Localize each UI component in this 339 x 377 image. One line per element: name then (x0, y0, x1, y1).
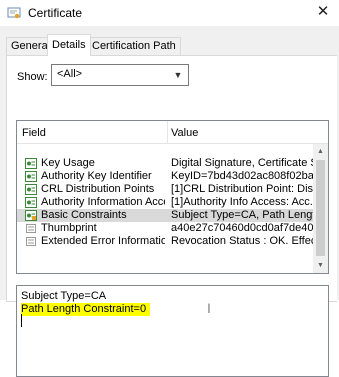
row-field: Key Usage (41, 157, 95, 169)
list-row-crl-distribution-points[interactable]: CRL Distribution Points [1]CRL Distribut… (17, 183, 313, 196)
row-value: a40e27c70460d0cd0af7de408... (171, 222, 313, 234)
list-header: Field Value (17, 121, 328, 144)
show-selected-value: <All> (57, 68, 83, 80)
value-detail-textbox[interactable]: Subject Type=CA Path Length Constraint=0… (16, 285, 329, 377)
tab-certification-path[interactable]: Certification Path (87, 37, 181, 56)
scroll-thumb[interactable] (316, 160, 325, 256)
row-field: Thumbprint (41, 222, 97, 234)
show-dropdown[interactable]: <All> ▼ (51, 64, 189, 86)
row-value: [1]Authority Info Access: Acc... (171, 196, 313, 208)
tab-details[interactable]: Details (47, 34, 91, 56)
extension-icon (25, 171, 37, 182)
row-value: Revocation Status : OK. Effec... (171, 235, 313, 247)
row-field: Authority Key Identifier (41, 170, 152, 182)
window-body: General Details Certification Path Show:… (0, 26, 339, 377)
row-value: Subject Type=CA, Path Lengt... (171, 209, 313, 221)
column-divider[interactable] (167, 121, 168, 143)
list-row-key-usage[interactable]: Key Usage Digital Signature, Certificate… (17, 157, 313, 170)
list-rows: Key Usage Digital Signature, Certificate… (17, 144, 313, 248)
column-header-field[interactable]: Field (22, 127, 46, 139)
text-cursor-icon: I (207, 300, 211, 316)
list-row-basic-constraints[interactable]: Basic Constraints Subject Type=CA, Path … (17, 209, 313, 222)
title-bar: Certificate ✕ (0, 0, 339, 26)
close-button[interactable]: ✕ (307, 0, 339, 26)
list-row-authority-information-access[interactable]: Authority Information Access [1]Authorit… (17, 196, 313, 209)
detail-line-path-length: Path Length Constraint=0 (21, 303, 151, 316)
detail-line-subject-type: Subject Type=CA (21, 290, 107, 302)
row-field: Extended Error Information (41, 235, 165, 247)
row-field: Basic Constraints (41, 209, 127, 221)
window-title: Certificate (28, 6, 83, 20)
list-scrollbar[interactable]: ▲ ▼ (313, 144, 328, 273)
details-panel: Show: <All> ▼ Field Value Key Usage Digi… (6, 55, 337, 377)
row-value: Digital Signature, Certificate Si... (171, 157, 313, 169)
list-row-authority-key-identifier[interactable]: Authority Key Identifier KeyID=7bd43d02a… (17, 170, 313, 183)
chevron-down-icon: ▼ (173, 70, 183, 80)
critical-extension-icon (25, 210, 37, 221)
row-field: Authority Information Access (41, 196, 165, 208)
list-row-thumbprint[interactable]: Thumbprint a40e27c70460d0cd0af7de408... (17, 222, 313, 235)
scroll-up-icon[interactable]: ▲ (313, 144, 328, 159)
extension-icon (25, 158, 37, 169)
property-icon (25, 223, 37, 234)
row-value: KeyID=7bd43d02ac808f02bac... (171, 170, 313, 182)
row-value: [1]CRL Distribution Point: Distr... (171, 183, 313, 195)
text-caret (21, 314, 22, 327)
property-icon (25, 236, 37, 247)
row-field: CRL Distribution Points (41, 183, 155, 195)
show-label: Show: (17, 71, 48, 83)
list-row-partial[interactable] (17, 144, 313, 157)
field-list[interactable]: Field Value Key Usage Digital Signature,… (16, 120, 329, 274)
list-row-extended-error-information[interactable]: Extended Error Information Revocation St… (17, 235, 313, 248)
column-header-value[interactable]: Value (171, 127, 198, 139)
certificate-icon (7, 6, 21, 20)
extension-icon (25, 197, 37, 208)
extension-icon (25, 184, 37, 195)
scroll-down-icon[interactable]: ▼ (313, 258, 328, 273)
